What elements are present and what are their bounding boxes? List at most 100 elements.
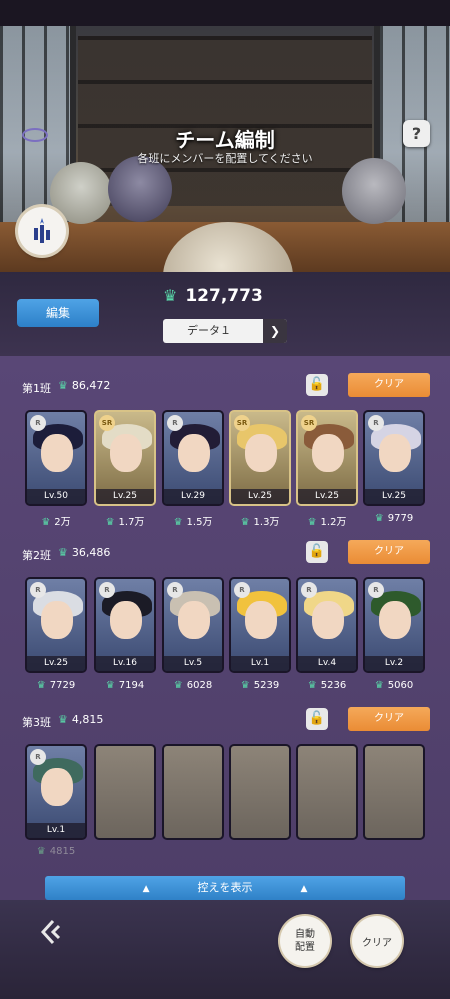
portrait <box>312 601 344 639</box>
team-logo-icon[interactable] <box>18 207 66 255</box>
card-level: Lv.2 <box>365 656 423 671</box>
member-card[interactable]: SR Lv.25 <box>296 410 358 506</box>
portrait <box>41 601 73 639</box>
group-label: 第1班 <box>22 382 51 395</box>
power-icon: ♛ <box>307 680 317 691</box>
member-card[interactable]: R Lv.5 <box>162 577 224 673</box>
data-select-value: データ１ <box>187 324 231 337</box>
portrait <box>178 434 210 472</box>
empty-slot[interactable] <box>162 744 224 840</box>
edit-button[interactable]: 編集 <box>17 299 99 327</box>
card-power: ♛ 7194 <box>90 680 160 691</box>
empty-slot[interactable] <box>363 744 425 840</box>
lock-icon[interactable]: 🔓 <box>306 374 328 396</box>
member-card[interactable]: R Lv.25 <box>363 410 425 506</box>
group-label: 第3班 <box>22 716 51 729</box>
card-power: ♛ 5239 <box>225 680 295 691</box>
power-icon: ♛ <box>163 286 178 305</box>
empty-slot[interactable] <box>229 744 291 840</box>
power-icon: ♛ <box>173 680 183 691</box>
rank-badge: R <box>368 582 384 598</box>
rank-badge: R <box>368 415 384 431</box>
portrait <box>178 601 210 639</box>
auto-assign-button[interactable]: 自動 配置 <box>280 916 330 966</box>
card-level: Lv.4 <box>298 656 356 671</box>
power-icon: ♛ <box>240 517 250 528</box>
show-reserve-button[interactable]: ▲ 控えを表示 ▲ <box>45 876 405 900</box>
lock-icon[interactable]: 🔓 <box>306 708 328 730</box>
portrait <box>379 601 411 639</box>
member-card[interactable]: R Lv.25 <box>25 577 87 673</box>
empty-slot[interactable] <box>296 744 358 840</box>
data-select[interactable]: データ１ ❯ <box>163 319 287 343</box>
card-power-value: 5060 <box>387 680 414 691</box>
power-icon: ♛ <box>173 517 183 528</box>
power-icon: ♛ <box>41 517 51 528</box>
member-card[interactable]: SR Lv.25 <box>94 410 156 506</box>
card-level: Lv.25 <box>298 489 356 504</box>
power-icon: ♛ <box>36 680 46 691</box>
member-card[interactable]: R Lv.1 <box>25 744 87 840</box>
rank-badge: R <box>30 415 46 431</box>
card-power: ♛ 1.2万 <box>292 513 362 528</box>
clear-group-button[interactable]: クリア <box>348 540 430 564</box>
card-power-value: 9779 <box>387 513 414 524</box>
card-power-value: 1.2万 <box>320 517 347 528</box>
member-card[interactable]: R Lv.4 <box>296 577 358 673</box>
card-power: ♛ 1.5万 <box>158 513 228 528</box>
power-icon: ♛ <box>58 713 68 726</box>
card-level: Lv.25 <box>365 489 423 504</box>
clear-group-button[interactable]: クリア <box>348 707 430 731</box>
power-icon: ♛ <box>374 680 384 691</box>
rank-badge: R <box>30 582 46 598</box>
lock-icon[interactable]: 🔓 <box>306 541 328 563</box>
back-icon[interactable] <box>36 917 68 949</box>
member-card[interactable]: SR Lv.25 <box>229 410 291 506</box>
power-icon: ♛ <box>307 517 317 528</box>
power-icon: ♛ <box>240 680 250 691</box>
card-power: ♛ 1.7万 <box>90 513 160 528</box>
card-power-value: 1.5万 <box>186 517 213 528</box>
card-power-value: 1.7万 <box>118 517 145 528</box>
card-power-value: 5239 <box>253 680 280 691</box>
empty-slot[interactable] <box>94 744 156 840</box>
card-power-value: 1.3万 <box>253 517 280 528</box>
clear-all-button[interactable]: クリア <box>352 916 402 966</box>
card-power: ♛ 6028 <box>158 680 228 691</box>
clear-group-button[interactable]: クリア <box>348 373 430 397</box>
rank-badge: R <box>234 582 250 598</box>
member-card[interactable]: R Lv.2 <box>363 577 425 673</box>
card-level: Lv.50 <box>27 489 85 504</box>
card-power-value: 2万 <box>54 517 71 528</box>
card-power: ♛ 4815 <box>21 846 91 857</box>
group-power: ♛ 86,472 <box>58 379 110 392</box>
power-icon: ♛ <box>58 546 68 559</box>
member-card[interactable]: R Lv.29 <box>162 410 224 506</box>
power-icon: ♛ <box>58 379 68 392</box>
card-level: Lv.1 <box>231 656 289 671</box>
portrait <box>41 768 73 806</box>
card-level: Lv.1 <box>27 823 85 838</box>
portrait <box>41 434 73 472</box>
total-power-value: 127,773 <box>185 286 263 306</box>
portrait <box>312 434 344 472</box>
portrait <box>110 601 142 639</box>
show-reserve-label: 控えを表示 <box>197 881 253 894</box>
total-power: ♛ 127,773 <box>163 286 263 306</box>
member-card[interactable]: R Lv.50 <box>25 410 87 506</box>
power-icon: ♛ <box>374 513 384 524</box>
card-power: ♛ 5236 <box>292 680 362 691</box>
card-level: Lv.25 <box>96 489 154 504</box>
rank-badge: R <box>167 582 183 598</box>
chevron-down-icon[interactable]: ❯ <box>263 319 287 343</box>
card-power-value: 5236 <box>320 680 347 691</box>
card-level: Lv.25 <box>231 489 289 504</box>
card-power: ♛ 7729 <box>21 680 91 691</box>
member-card[interactable]: R Lv.16 <box>94 577 156 673</box>
card-level: Lv.5 <box>164 656 222 671</box>
triangle-up-icon: ▲ <box>142 884 150 894</box>
chibi-character <box>342 158 406 224</box>
help-button[interactable]: ? <box>403 120 430 147</box>
portrait <box>379 434 411 472</box>
member-card[interactable]: R Lv.1 <box>229 577 291 673</box>
